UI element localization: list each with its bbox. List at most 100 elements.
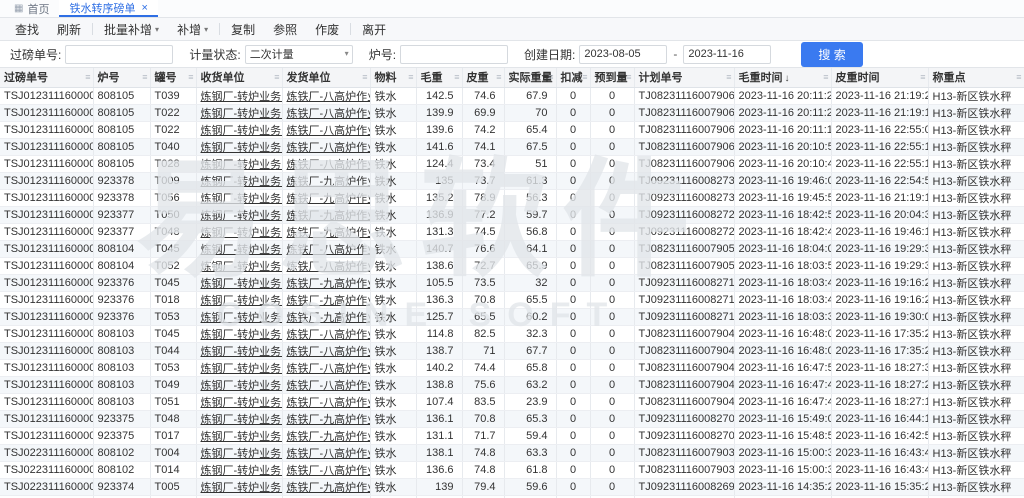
table-row[interactable]: TSJ01231116000063808103T045炼钢厂-转炉业务区炼铁厂-… — [0, 325, 1024, 342]
column-menu-icon[interactable]: ≡ — [548, 72, 553, 82]
table-row[interactable]: TSJ01231116000066923376T045炼钢厂-转炉业务区炼铁厂-… — [0, 274, 1024, 291]
search-button[interactable]: 搜 索 — [801, 42, 862, 67]
table-row[interactable]: TSJ01231116000053923375T017炼钢厂-转炉业务区炼铁厂-… — [0, 427, 1024, 444]
table-row[interactable]: TSJ01231116000059808103T051炼钢厂-转炉业务区炼铁厂-… — [0, 393, 1024, 410]
weigh-no-input[interactable] — [65, 45, 173, 64]
column-menu-icon[interactable]: ≡ — [1016, 72, 1021, 82]
cell: 铁水 — [370, 155, 416, 172]
toolbar-separator — [92, 23, 93, 35]
cell: 138.6 — [416, 257, 462, 274]
cell: 2023-11-16 21:19:24 — [831, 87, 928, 104]
table-row[interactable]: TSJ01231116000060808103T049炼钢厂-转炉业务区炼铁厂-… — [0, 376, 1024, 393]
toolbar-button[interactable]: 补增▾ — [168, 18, 217, 40]
cell: H13-新区铁水秤 — [928, 461, 1024, 478]
status-select[interactable] — [245, 45, 353, 64]
column-header-2[interactable]: 炉号≡ — [93, 68, 150, 87]
column-menu-icon[interactable]: ≡ — [454, 72, 459, 82]
column-header-15[interactable]: 称重点≡ — [928, 68, 1024, 87]
column-menu-icon[interactable]: ≡ — [920, 72, 925, 82]
cell: TSJ01231116000060 — [0, 376, 93, 393]
table-row[interactable]: TSJ01231116000065923376T018炼钢厂-转炉业务区炼铁厂-… — [0, 291, 1024, 308]
cell: 0 — [556, 478, 590, 495]
cell: TJ08231116007904 — [634, 376, 734, 393]
table-row[interactable]: TSJ01231116000067808104T052炼钢厂-转炉业务区炼铁厂-… — [0, 257, 1024, 274]
date-to-input[interactable] — [683, 45, 771, 64]
table-row[interactable]: TSJ01231116000076808105T022炼钢厂-转炉业务区炼铁厂-… — [0, 121, 1024, 138]
table-row[interactable]: TSJ01231116000072923378T009炼钢厂-转炉业务区炼铁厂-… — [0, 172, 1024, 189]
column-header-6[interactable]: 物料≡ — [370, 68, 416, 87]
date-from-input[interactable] — [579, 45, 667, 64]
column-menu-icon[interactable]: ≡ — [496, 72, 501, 82]
tab-iron-water-orders[interactable]: 铁水转序磅单 × — [59, 0, 157, 17]
table-row[interactable]: TSJ01231116000061808103T053炼钢厂-转炉业务区炼铁厂-… — [0, 359, 1024, 376]
cell: 808105 — [93, 138, 150, 155]
toolbar-button[interactable]: 复制 — [222, 18, 264, 40]
table-row[interactable]: TSJ02231116000010808102T004炼钢厂-转炉业务区炼铁厂-… — [0, 444, 1024, 461]
column-header-9[interactable]: 实际重量≡ — [504, 68, 556, 87]
column-header-10[interactable]: 扣减≡ — [556, 68, 590, 87]
cell: H13-新区铁水秤 — [928, 308, 1024, 325]
table-row[interactable]: TSJ02231116000009808102T014炼钢厂-转炉业务区炼铁厂-… — [0, 461, 1024, 478]
toolbar-button-label: 作废 — [315, 21, 339, 38]
toolbar-button[interactable]: 刷新 — [48, 18, 90, 40]
table-row[interactable]: TSJ01231116000071923378T056炼钢厂-转炉业务区炼铁厂-… — [0, 189, 1024, 206]
cell: 2023-11-16 18:03:58 — [734, 257, 831, 274]
toolbar-button[interactable]: 参照 — [264, 18, 306, 40]
column-menu-icon[interactable]: ≡ — [408, 72, 413, 82]
column-header-4[interactable]: 收货单位≡ — [196, 68, 282, 87]
column-menu-icon[interactable]: ≡ — [726, 72, 731, 82]
column-header-13[interactable]: 毛重时间↓≡ — [734, 68, 831, 87]
cell: 0 — [590, 87, 634, 104]
cell: T049 — [150, 376, 196, 393]
column-header-11[interactable]: 预到量≡ — [590, 68, 634, 87]
tab-close-icon[interactable]: × — [141, 2, 147, 14]
table-row[interactable]: TSJ01231116000078808105T039炼钢厂-转炉业务区炼铁厂-… — [0, 87, 1024, 104]
cell: 0 — [556, 376, 590, 393]
column-header-14[interactable]: 皮重时间≡ — [831, 68, 928, 87]
table-row[interactable]: TSJ01231116000058923375T048炼钢厂-转炉业务区炼铁厂-… — [0, 410, 1024, 427]
column-menu-icon[interactable]: ≡ — [274, 72, 279, 82]
column-menu-icon[interactable]: ≡ — [142, 72, 147, 82]
table-row[interactable]: TSJ01231116000068808104T045炼钢厂-转炉业务区炼铁厂-… — [0, 240, 1024, 257]
column-header-1[interactable]: 过磅单号≡ — [0, 68, 93, 87]
cell: 炼钢厂-转炉业务区 — [196, 325, 282, 342]
cell: 炼铁厂-八高炉作业区 — [282, 155, 370, 172]
table-row[interactable]: TSJ02231116000008923374T005炼钢厂-转炉业务区炼铁厂-… — [0, 478, 1024, 495]
cell: 炼钢厂-转炉业务区 — [196, 240, 282, 257]
toolbar-button-label: 离开 — [362, 21, 386, 38]
furnace-input[interactable] — [400, 45, 508, 64]
table-row[interactable]: TSJ01231116000064923376T053炼钢厂-转炉业务区炼铁厂-… — [0, 308, 1024, 325]
table-row[interactable]: TSJ01231116000074808105T040炼钢厂-转炉业务区炼铁厂-… — [0, 138, 1024, 155]
cell: 0 — [556, 342, 590, 359]
column-menu-icon[interactable]: ≡ — [626, 72, 631, 82]
column-menu-icon[interactable]: ≡ — [85, 72, 90, 82]
column-header-3[interactable]: 罐号≡ — [150, 68, 196, 87]
toolbar-button[interactable]: 查找 — [6, 18, 48, 40]
toolbar-button[interactable]: 作废 — [306, 18, 348, 40]
cell: 59.7 — [504, 206, 556, 223]
table-row[interactable]: TSJ01231116000069923377T048炼钢厂-转炉业务区炼铁厂-… — [0, 223, 1024, 240]
cell: TSJ01231116000067 — [0, 257, 93, 274]
column-header-8[interactable]: 皮重≡ — [462, 68, 504, 87]
column-menu-icon[interactable]: ≡ — [362, 72, 367, 82]
toolbar-button[interactable]: 批量补增▾ — [95, 18, 168, 40]
cell: 2023-11-16 18:03:49 — [734, 274, 831, 291]
table-row[interactable]: TSJ01231116000062808103T044炼钢厂-转炉业务区炼铁厂-… — [0, 342, 1024, 359]
column-menu-icon[interactable]: ≡ — [188, 72, 193, 82]
column-header-12[interactable]: 计划单号≡ — [634, 68, 734, 87]
cell: 铁水 — [370, 189, 416, 206]
table-row[interactable]: TSJ01231116000073808105T028炼钢厂-转炉业务区炼铁厂-… — [0, 155, 1024, 172]
column-header-label: 毛重时间 — [739, 72, 783, 84]
cell: 炼钢厂-转炉业务区 — [196, 257, 282, 274]
tab-home[interactable]: ▦ 首页 — [4, 0, 59, 17]
table-row[interactable]: TSJ01231116000077808105T022炼钢厂-转炉业务区炼铁厂-… — [0, 104, 1024, 121]
column-header-5[interactable]: 发货单位≡ — [282, 68, 370, 87]
column-menu-icon[interactable]: ≡ — [823, 72, 828, 82]
column-menu-icon[interactable]: ≡ — [582, 72, 587, 82]
toolbar-button[interactable]: 离开 — [353, 18, 395, 40]
cell: TJ08231116007906 — [634, 121, 734, 138]
table-row[interactable]: TSJ01231116000070923377T050炼钢厂-转炉业务区炼铁厂-… — [0, 206, 1024, 223]
cell: 808105 — [93, 87, 150, 104]
column-header-7[interactable]: 毛重≡ — [416, 68, 462, 87]
cell: 923375 — [93, 410, 150, 427]
